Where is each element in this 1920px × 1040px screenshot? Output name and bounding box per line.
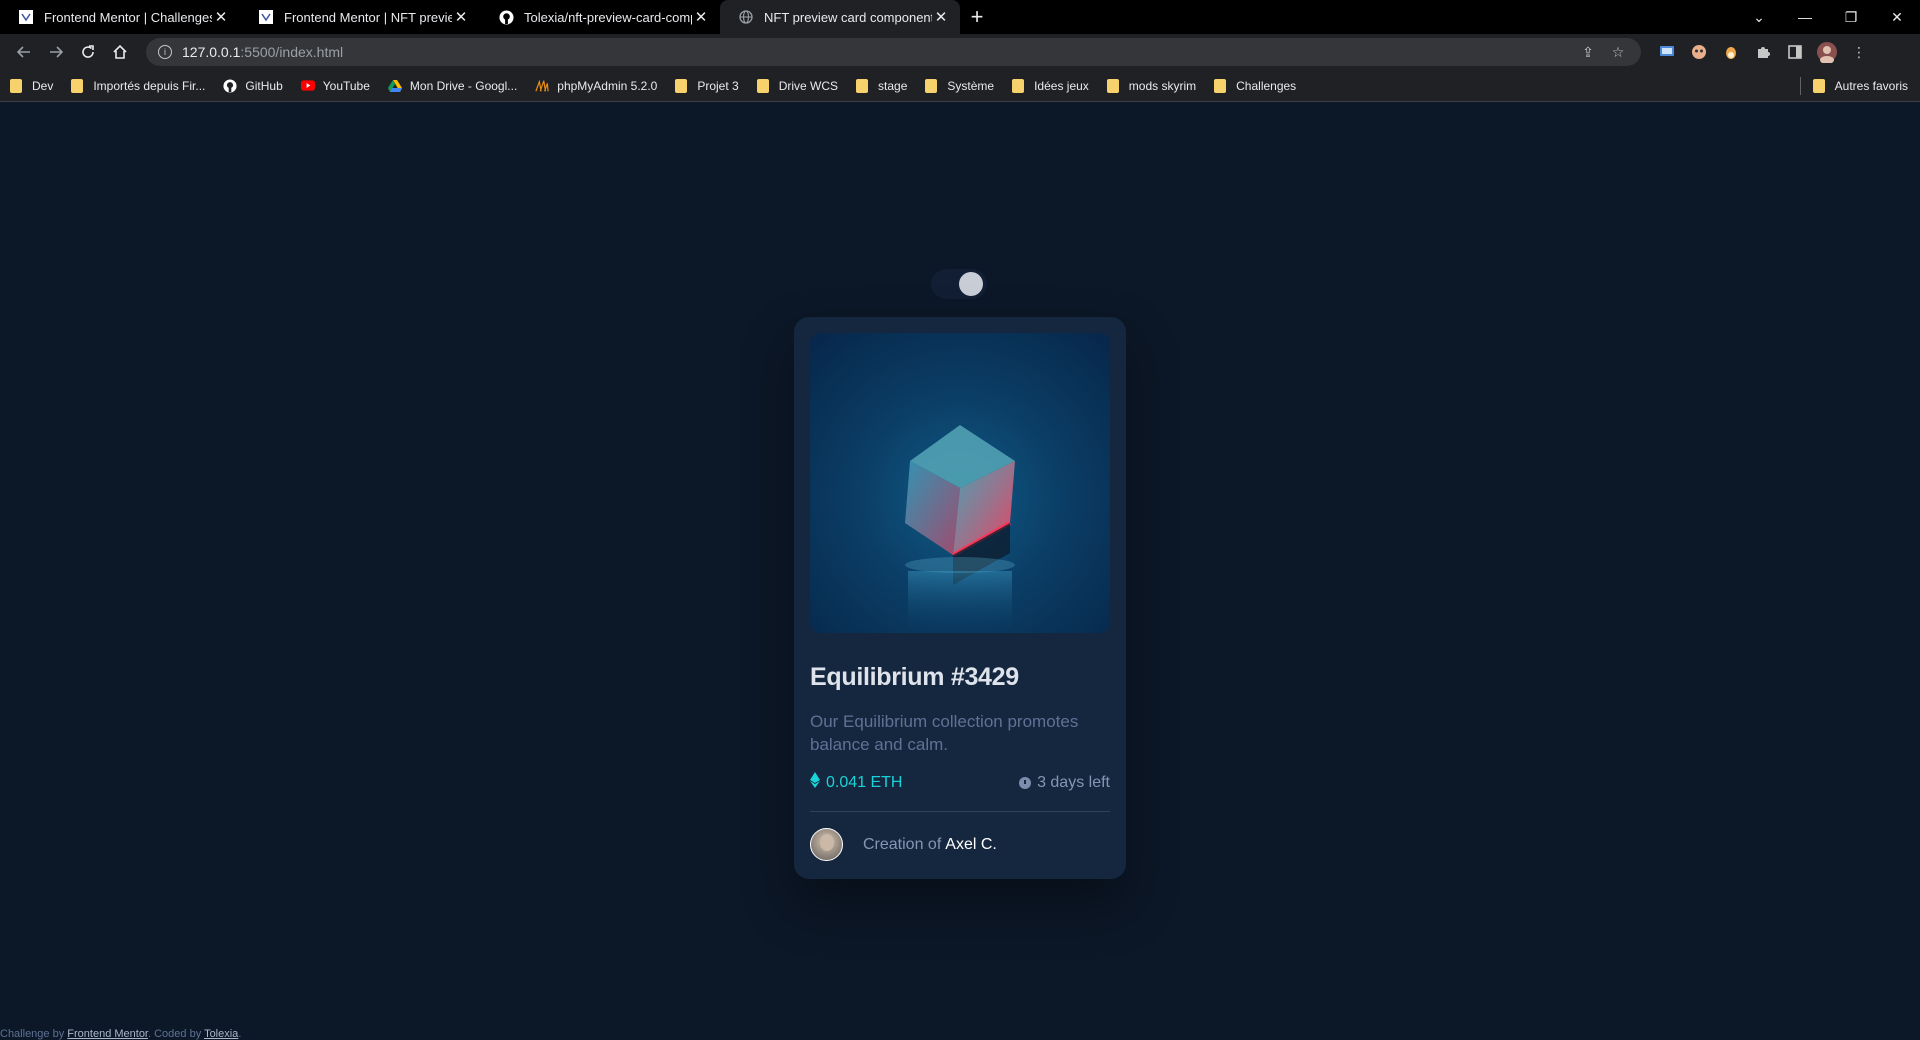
close-icon[interactable]: ✕	[692, 8, 710, 26]
bookmark-github[interactable]: GitHub	[223, 78, 283, 93]
forward-arrow-icon[interactable]	[40, 36, 72, 68]
nft-description: Our Equilibrium collection promotes bala…	[810, 712, 1079, 754]
menu-kebab-icon[interactable]: ⋮	[1843, 38, 1875, 66]
theme-toggle[interactable]	[931, 269, 987, 299]
profile-avatar-icon[interactable]	[1811, 38, 1843, 66]
price-value: 0.041 ETH	[826, 773, 903, 791]
bookmark-star-icon[interactable]: ☆	[1607, 44, 1629, 61]
bookmark-systeme[interactable]: Système	[925, 78, 994, 93]
frontend-mentor-icon	[18, 9, 34, 25]
folder-icon	[71, 78, 84, 93]
creator-name[interactable]: Axel C.	[945, 836, 997, 854]
clock-icon	[1019, 776, 1032, 789]
bookmark-phpmyadmin[interactable]: phpMyAdmin 5.2.0	[535, 79, 657, 93]
tab-frontend-mentor-challenges[interactable]: Frontend Mentor | Challenges ✕	[0, 0, 240, 34]
tab-search-icon[interactable]: ⌄	[1736, 0, 1782, 34]
share-icon[interactable]: ⇪	[1577, 44, 1599, 61]
extension-face-icon[interactable]	[1683, 38, 1715, 66]
google-drive-icon	[387, 79, 402, 93]
folder-icon	[1012, 78, 1025, 93]
extensions-area: ⋮	[1651, 38, 1875, 66]
folder-icon	[856, 78, 869, 93]
bookmark-imported[interactable]: Importés depuis Fir...	[71, 78, 205, 93]
bookmark-idees-jeux[interactable]: Idées jeux	[1012, 78, 1089, 93]
nft-title[interactable]: Equilibrium #3429	[810, 663, 1110, 692]
reload-icon[interactable]	[72, 36, 104, 68]
equilibrium-cube-icon	[905, 425, 1015, 633]
home-icon[interactable]	[104, 36, 136, 68]
tab-strip: Frontend Mentor | Challenges ✕ Frontend …	[0, 0, 1920, 34]
site-info-icon[interactable]: i	[158, 45, 172, 59]
bookmark-youtube[interactable]: YouTube	[300, 79, 370, 93]
address-bar[interactable]: i 127.0.0.1:5500/index.html ⇪ ☆	[146, 38, 1641, 66]
bookmark-dev[interactable]: Dev	[10, 78, 53, 93]
restore-icon[interactable]: ❐	[1828, 0, 1874, 34]
youtube-icon	[300, 79, 315, 93]
time-left: 3 days left	[1019, 774, 1110, 792]
extension-screen-icon[interactable]	[1651, 38, 1683, 66]
ethereum-icon	[810, 772, 820, 793]
extension-drop-icon[interactable]	[1715, 38, 1747, 66]
divider	[1799, 76, 1801, 95]
bookmarks-bar: Dev Importés depuis Fir... GitHub YouTub…	[0, 70, 1920, 102]
frontend-mentor-link[interactable]: Frontend Mentor	[67, 1028, 148, 1040]
window-close-icon[interactable]: ✕	[1874, 0, 1920, 34]
close-icon[interactable]: ✕	[452, 8, 470, 26]
folder-icon	[1812, 78, 1825, 93]
window-controls: ⌄ — ❐ ✕	[1736, 0, 1920, 34]
bookmark-drive-wcs[interactable]: Drive WCS	[756, 78, 838, 93]
folder-icon	[1214, 78, 1227, 93]
folder-icon	[675, 78, 688, 93]
phpmyadmin-icon	[535, 78, 549, 93]
time-left-value: 3 days left	[1037, 773, 1110, 791]
nft-image[interactable]	[810, 333, 1110, 633]
folder-icon	[925, 78, 938, 93]
avatar	[810, 828, 843, 861]
tab-title: Tolexia/nft-preview-card-compo	[524, 9, 692, 25]
folder-icon	[1106, 78, 1119, 93]
tab-github-repo[interactable]: Tolexia/nft-preview-card-compo ✕	[480, 0, 720, 34]
price: 0.041 ETH	[810, 772, 902, 793]
extensions-puzzle-icon[interactable]	[1747, 38, 1779, 66]
bookmark-stage[interactable]: stage	[856, 78, 907, 93]
card-divider	[810, 811, 1110, 812]
bookmark-google-drive[interactable]: Mon Drive - Googl...	[387, 79, 517, 93]
author-link[interactable]: Tolexia	[204, 1028, 238, 1040]
nft-card: Equilibrium #3429 Our Equilibrium collec…	[794, 317, 1126, 879]
url-path: :5500/index.html	[240, 44, 344, 60]
bookmark-projet-3[interactable]: Projet 3	[675, 78, 739, 93]
creator-row: Creation of Axel C.	[810, 828, 1110, 861]
tab-title: Frontend Mentor | NFT preview c	[284, 9, 452, 25]
attribution: Challenge by Frontend Mentor. Coded by T…	[0, 1028, 242, 1040]
url-host: 127.0.0.1	[182, 44, 241, 60]
tab-nft-preview-card[interactable]: NFT preview card component ✕	[720, 0, 960, 34]
page-content: Equilibrium #3429 Our Equilibrium collec…	[0, 103, 1920, 1040]
close-icon[interactable]: ✕	[212, 8, 230, 26]
tab-frontend-mentor-nft[interactable]: Frontend Mentor | NFT preview c ✕	[240, 0, 480, 34]
github-icon	[223, 78, 237, 93]
new-tab-button[interactable]: +	[960, 0, 994, 34]
folder-icon	[756, 78, 769, 93]
folder-icon	[10, 78, 22, 93]
bookmark-mods-skyrim[interactable]: mods skyrim	[1106, 78, 1196, 93]
nft-meta: 0.041 ETH 3 days left	[810, 772, 1110, 793]
tab-title: NFT preview card component	[764, 9, 932, 25]
minimize-icon[interactable]: —	[1782, 0, 1828, 34]
other-bookmarks[interactable]: Autres favoris	[1799, 76, 1908, 95]
back-arrow-icon[interactable]	[8, 36, 40, 68]
frontend-mentor-icon	[258, 9, 274, 25]
browser-toolbar: i 127.0.0.1:5500/index.html ⇪ ☆ ⋮	[0, 34, 1920, 70]
creation-prefix: Creation of	[863, 835, 942, 853]
toggle-knob	[959, 272, 983, 296]
github-icon	[498, 9, 514, 25]
close-icon[interactable]: ✕	[932, 8, 950, 26]
bookmark-challenges[interactable]: Challenges	[1214, 78, 1296, 93]
tab-title: Frontend Mentor | Challenges	[44, 9, 212, 25]
globe-icon	[738, 9, 754, 25]
side-panel-icon[interactable]	[1779, 38, 1811, 66]
